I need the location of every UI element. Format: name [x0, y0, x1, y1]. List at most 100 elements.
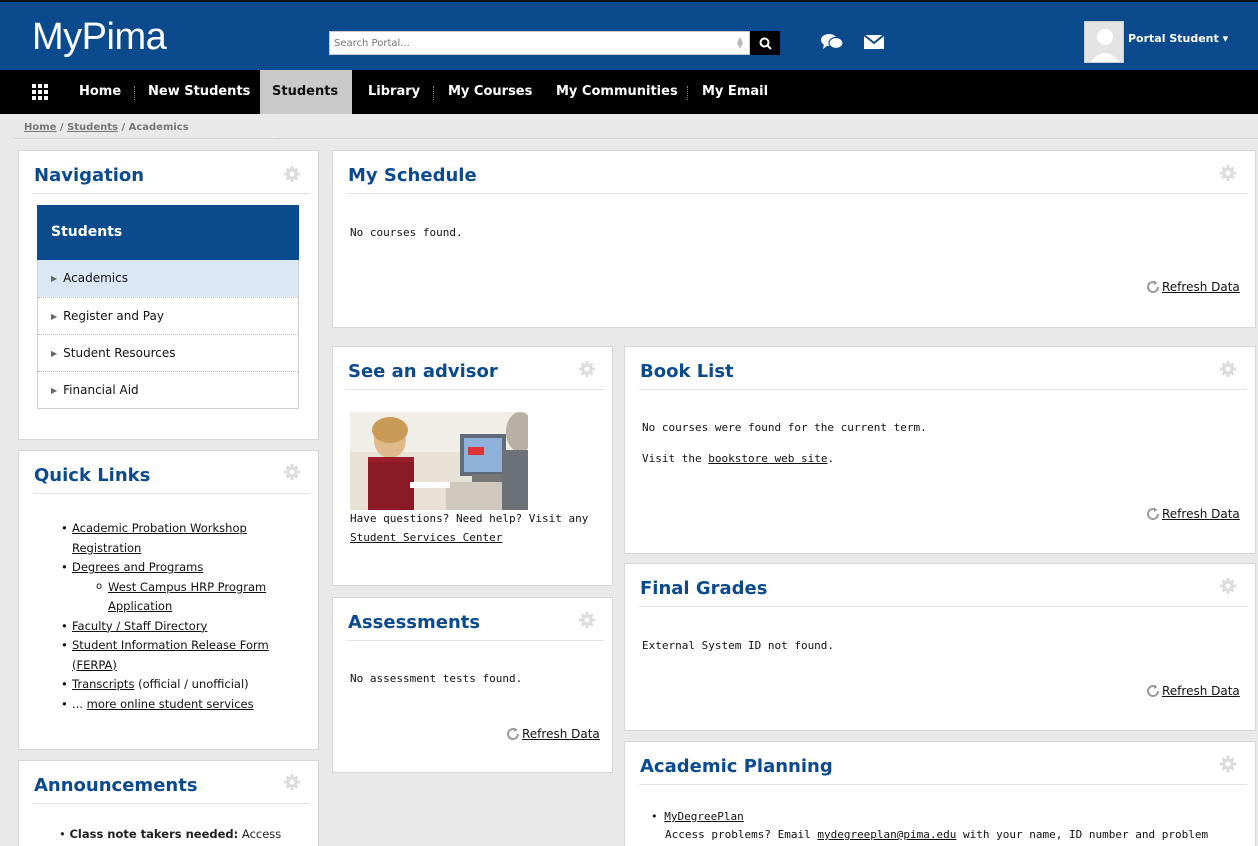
triangle-right-icon: ▶: [51, 348, 58, 358]
list-item: Transcripts (official / unofficial): [59, 675, 309, 695]
assessments-portlet: Assessments No assessment tests found. R…: [332, 597, 613, 773]
list-item: ... more online student services: [59, 695, 309, 715]
search-icon: [759, 37, 772, 50]
link-hrp-application-cont[interactable]: Application: [108, 599, 172, 613]
quick-links-list: Academic Probation WorkshopRegistration …: [59, 519, 309, 714]
schedule-message: No courses found.: [350, 226, 463, 239]
portlet-title: Navigation: [34, 165, 145, 186]
refresh-icon: [1147, 684, 1160, 697]
portlet-title: Final Grades: [640, 578, 768, 599]
planning-list: • MyDegreePlan Access problems? Email my…: [651, 808, 1208, 844]
portlet-title: Announcements: [34, 775, 198, 796]
gear-icon[interactable]: [1219, 755, 1237, 773]
bookstore-link[interactable]: bookstore web site: [708, 452, 827, 465]
chat-icon[interactable]: [820, 32, 844, 52]
site-logo[interactable]: MyPima: [32, 18, 167, 56]
avatar[interactable]: [1084, 21, 1124, 63]
nav-students[interactable]: Students ▾: [260, 70, 352, 142]
breadcrumb-home[interactable]: Home: [24, 122, 56, 133]
breadcrumb-current: / Academics: [117, 122, 189, 133]
user-menu[interactable]: Portal Student ▾: [1128, 32, 1228, 45]
portlet-title: My Schedule: [348, 165, 477, 186]
portlet-title: Assessments: [348, 612, 481, 633]
gear-icon[interactable]: [1219, 360, 1237, 378]
portlet-title: See an advisor: [348, 361, 498, 382]
nav-item-register-and-pay[interactable]: ▶ Register and Pay: [38, 297, 298, 334]
list-item: Academic Probation Workshop Registration: [59, 519, 309, 558]
refresh-icon: [1147, 280, 1160, 293]
refresh-button[interactable]: Refresh Data: [1146, 507, 1240, 521]
link-faculty-directory[interactable]: Faculty / Staff Directory: [72, 619, 207, 633]
nav-new-students[interactable]: New Students: [136, 70, 262, 114]
breadcrumb: Home / Students / Academics: [24, 122, 189, 133]
refresh-button[interactable]: Refresh Data: [1146, 280, 1240, 294]
list-item: • MyDegreePlan: [651, 810, 744, 823]
nav-item-financial-aid[interactable]: ▶ Financial Aid: [38, 371, 298, 408]
see-advisor-portlet: See an advisor Have questions? Need help…: [332, 346, 613, 586]
link-transcripts[interactable]: Transcripts: [72, 677, 134, 691]
planning-help-text: Access problems? Email mydegreeplan@pima…: [665, 828, 1209, 841]
mydegreeplan-link[interactable]: MyDegreePlan: [664, 810, 743, 823]
portlet-title: Academic Planning: [640, 756, 833, 777]
triangle-right-icon: ▶: [51, 385, 58, 395]
nav-section-heading[interactable]: Students: [37, 205, 299, 260]
advisor-photo: [350, 412, 528, 510]
list-item: Degrees and Programs: [59, 558, 309, 578]
nav-home[interactable]: Home: [67, 70, 133, 114]
academic-planning-portlet: Academic Planning • MyDegreePlan Access …: [624, 741, 1256, 846]
top-header: MyPima ▲▼ Portal Student ▾: [0, 0, 1258, 70]
nav-library[interactable]: Library: [356, 70, 432, 114]
gear-icon[interactable]: [1219, 164, 1237, 182]
link-ferpa-form-cont[interactable]: (FERPA): [72, 658, 117, 672]
portlet-title: Book List: [640, 361, 734, 382]
nav-my-email[interactable]: My Email: [690, 70, 780, 114]
refresh-button[interactable]: Refresh Data: [1146, 684, 1240, 698]
nav-list: ▶ Academics ▶ Register and Pay ▶ Student Re…: [37, 260, 299, 409]
search-button[interactable]: [750, 31, 780, 55]
student-services-link[interactable]: Student Services Center: [350, 531, 502, 544]
search-spinner-icon[interactable]: ▲ ▼: [737, 36, 743, 50]
search-input[interactable]: [330, 32, 725, 54]
navigation-portlet: Navigation Students ▶ Academics ▶ Register…: [18, 150, 319, 440]
refresh-button[interactable]: Refresh Data: [506, 727, 600, 741]
list-subitem: West Campus HRP Program Application: [59, 577, 309, 617]
portlet-title: Quick Links: [34, 465, 151, 486]
link-probation-workshop-cont[interactable]: Registration: [72, 541, 141, 555]
triangle-right-icon: ▶: [51, 273, 58, 283]
link-more-services[interactable]: more online student services: [87, 697, 254, 711]
book-list-portlet: Book List No courses were found for the …: [624, 346, 1256, 554]
nav-my-courses[interactable]: My Courses: [436, 70, 544, 114]
divider: [14, 138, 1258, 139]
book-list-message: No courses were found for the current te…: [642, 421, 927, 434]
final-grades-message: External System ID not found.: [642, 639, 835, 652]
gear-icon[interactable]: [578, 360, 596, 378]
refresh-icon: [507, 727, 520, 740]
link-degrees-programs[interactable]: Degrees and Programs: [72, 560, 203, 574]
app-grid-icon[interactable]: [32, 84, 48, 100]
nav-item-student-resources[interactable]: ▶ Student Resources: [38, 334, 298, 371]
link-ferpa-form[interactable]: Student Information Release Form: [72, 638, 269, 652]
gear-icon[interactable]: [1219, 577, 1237, 595]
final-grades-portlet: Final Grades External System ID not foun…: [624, 563, 1256, 731]
announcement-item: • Class note takers needed: Access: [59, 827, 282, 841]
nav-item-academics[interactable]: ▶ Academics: [38, 260, 298, 297]
gear-icon[interactable]: [283, 165, 301, 183]
mydegreeplan-email-link[interactable]: mydegreeplan@pima.edu: [817, 828, 956, 841]
gear-icon[interactable]: [578, 611, 596, 629]
search-box: ▲▼: [329, 31, 750, 55]
breadcrumb-students[interactable]: Students: [67, 122, 118, 133]
triangle-right-icon: ▶: [51, 311, 58, 321]
list-item: Student Information Release Form (FERPA): [59, 636, 309, 675]
gear-icon[interactable]: [283, 463, 301, 481]
quick-links-portlet: Quick Links Academic Probation Workshop R…: [18, 450, 319, 750]
nav-my-communities[interactable]: My Communities: [544, 70, 690, 114]
link-probation-workshop[interactable]: Academic Probation Workshop: [72, 521, 247, 535]
gear-icon[interactable]: [283, 773, 301, 791]
mail-icon[interactable]: [862, 32, 886, 52]
link-hrp-application[interactable]: West Campus HRP Program: [108, 580, 266, 594]
main-navbar: Home New Students Students ▾ Library My …: [0, 70, 1258, 142]
list-item: Faculty / Staff Directory: [59, 617, 309, 637]
announcements-portlet: Announcements • Class note takers needed…: [18, 760, 319, 846]
my-schedule-portlet: My Schedule No courses found. Refresh Da…: [332, 150, 1256, 328]
advisor-text: Have questions? Need help? Visit any: [350, 512, 589, 525]
